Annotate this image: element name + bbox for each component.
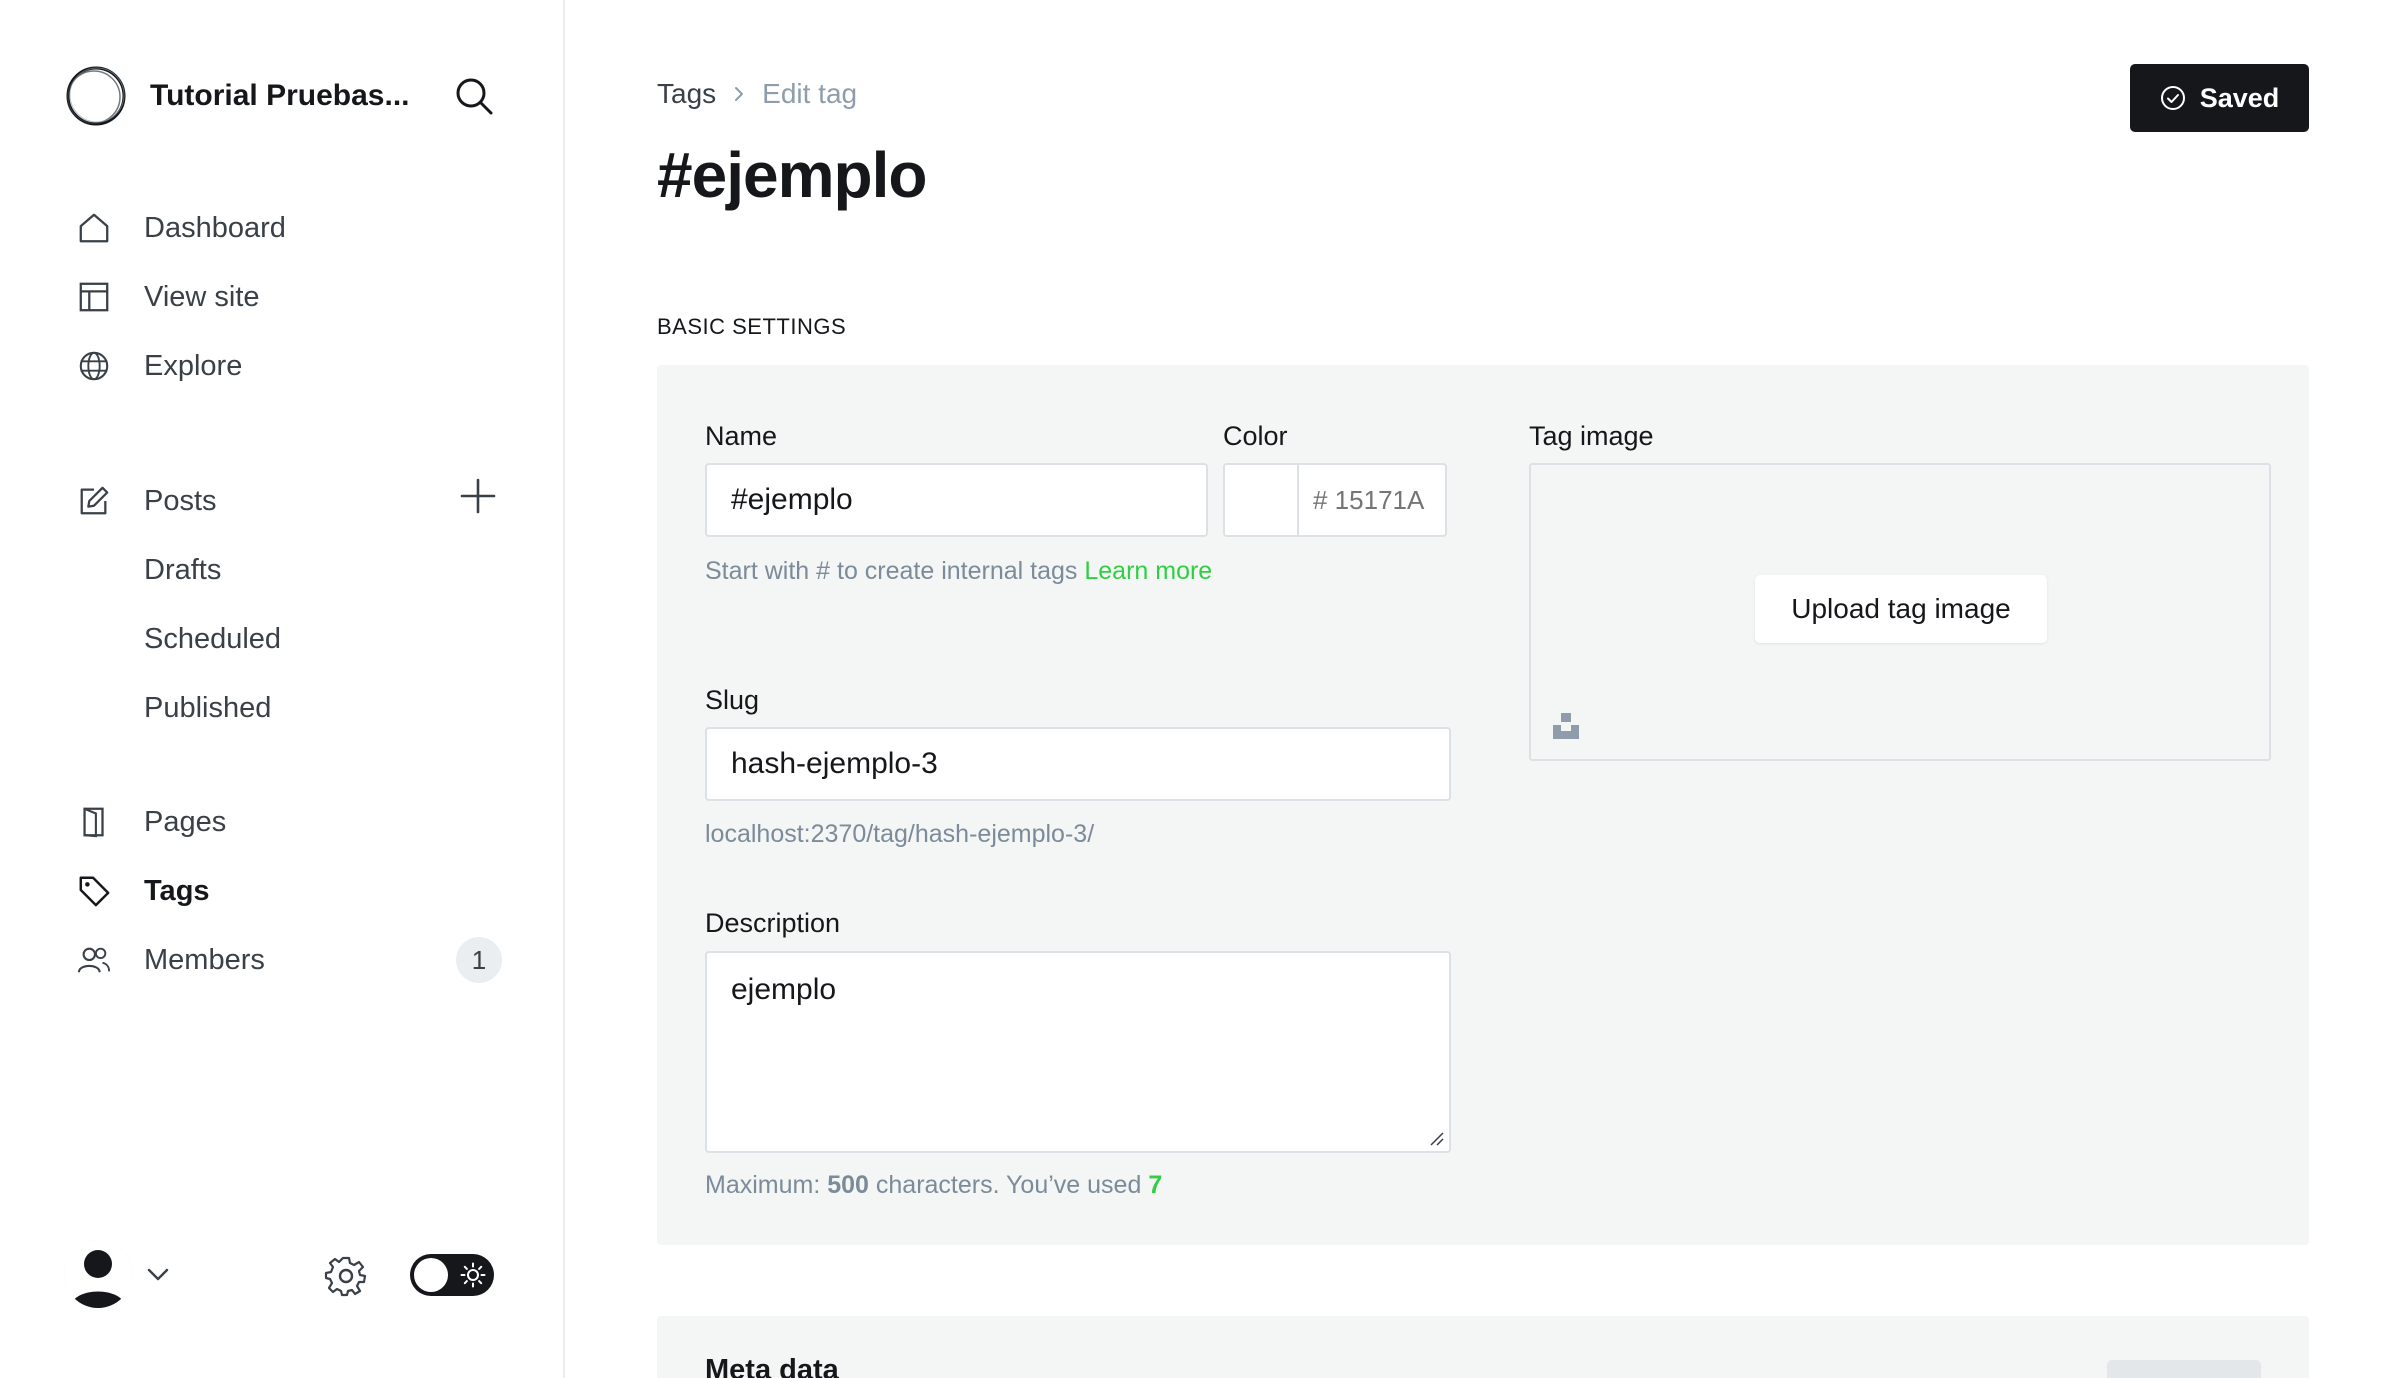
counter-mid: characters. You’ve used <box>868 1171 1149 1199</box>
chevron-right-icon <box>735 87 744 101</box>
breadcrumb-current: Edit tag <box>762 78 858 109</box>
save-button[interactable]: Saved <box>2130 64 2309 132</box>
nav-scheduled[interactable]: Scheduled <box>144 614 281 664</box>
nav-posts[interactable]: Posts <box>76 476 502 526</box>
nav-explore-label: Explore <box>144 349 243 382</box>
nav-drafts[interactable]: Drafts <box>144 545 221 595</box>
save-button-label: Saved <box>2199 82 2280 113</box>
chevron-down-icon <box>147 1268 169 1281</box>
nav-posts-label: Posts <box>144 484 217 517</box>
new-post-plus-icon[interactable] <box>458 476 498 516</box>
nav-dashboard-label: Dashboard <box>144 211 286 244</box>
site-brand[interactable]: Tutorial Pruebas... <box>64 64 422 128</box>
name-hint: Start with # to create internal tags Lea… <box>705 551 1225 592</box>
nav-published[interactable]: Published <box>144 683 271 733</box>
site-logo-icon <box>66 66 126 126</box>
unsplash-icon[interactable] <box>1551 711 1581 741</box>
sun-icon <box>460 1262 486 1288</box>
globe-icon <box>76 348 112 384</box>
slug-field[interactable] <box>705 727 1451 801</box>
theme-toggle[interactable] <box>410 1254 494 1296</box>
check-circle-icon <box>2160 86 2185 110</box>
layout-icon <box>76 279 112 315</box>
counter-used: 7 <box>1148 1171 1163 1199</box>
description-label: Description <box>705 908 841 938</box>
breadcrumb-tags-link[interactable]: Tags <box>657 78 716 110</box>
name-field[interactable] <box>705 463 1208 537</box>
search-icon[interactable] <box>454 76 494 116</box>
pages-icon <box>76 804 112 840</box>
section-title-basic-settings: BASIC SETTINGS <box>657 314 847 339</box>
basic-settings-panel: Name Start with # to create internal tag… <box>657 365 2309 1245</box>
slug-url-preview: localhost:2370/tag/hash-ejemplo-3/ <box>705 820 1095 848</box>
meta-data-panel: Meta data <box>657 1316 2309 1378</box>
description-field[interactable]: ejemplo <box>705 951 1451 1153</box>
tag-icon <box>76 873 112 909</box>
counter-prefix: Maximum: <box>705 1171 828 1199</box>
nav-pages[interactable]: Pages <box>76 797 502 847</box>
page-title: #ejemplo <box>657 139 927 211</box>
name-label: Name <box>705 421 778 451</box>
toggle-knob <box>414 1258 448 1292</box>
nav-pages-label: Pages <box>144 805 227 838</box>
upload-tag-image-button[interactable]: Upload tag image <box>1755 575 2047 643</box>
admin-app: Tutorial Pruebas... Dashboard View site … <box>0 0 2400 1378</box>
learn-more-link[interactable]: Learn more <box>1084 557 1212 585</box>
members-icon <box>76 942 112 978</box>
gear-icon[interactable] <box>324 1254 368 1298</box>
members-count-badge: 1 <box>456 937 502 983</box>
slug-label: Slug <box>705 685 760 715</box>
color-swatch[interactable] <box>1225 465 1299 535</box>
meta-data-title: Meta data <box>705 1354 839 1378</box>
nav-tags[interactable]: Tags <box>76 866 502 916</box>
user-silhouette-icon <box>64 1240 132 1308</box>
home-icon <box>76 210 112 246</box>
name-hint-text: Start with # to create internal tags <box>705 557 1085 585</box>
nav-explore[interactable]: Explore <box>76 341 502 391</box>
counter-max: 500 <box>827 1171 869 1199</box>
resize-grip-icon[interactable] <box>1427 1129 1445 1147</box>
color-picker <box>1223 463 1447 537</box>
avatar <box>64 1240 132 1308</box>
tag-image-label: Tag image <box>1529 421 1654 451</box>
user-menu[interactable] <box>64 1240 172 1308</box>
nav-members[interactable]: Members 1 <box>76 935 502 985</box>
nav-view-site-label: View site <box>144 280 260 313</box>
description-counter: Maximum: 500 characters. You’ve used 7 <box>705 1165 1162 1206</box>
nav-view-site[interactable]: View site <box>76 272 502 322</box>
nav-members-label: Members <box>144 943 265 976</box>
site-title: Tutorial Pruebas... <box>150 79 410 112</box>
breadcrumb: Tags Edit tag <box>657 78 857 110</box>
color-hex-field[interactable] <box>1301 465 1447 535</box>
main-content: Tags Edit tag #ejemplo Saved BASIC SETTI… <box>567 0 2400 1378</box>
nav-tags-label: Tags <box>144 874 210 907</box>
tag-image-dropzone[interactable]: Upload tag image <box>1529 463 2271 761</box>
color-label: Color <box>1223 421 1288 451</box>
meta-data-expand-button[interactable] <box>2107 1360 2261 1378</box>
edit-icon <box>76 483 112 519</box>
nav-dashboard[interactable]: Dashboard <box>76 203 502 253</box>
sidebar: Tutorial Pruebas... Dashboard View site … <box>0 0 565 1378</box>
